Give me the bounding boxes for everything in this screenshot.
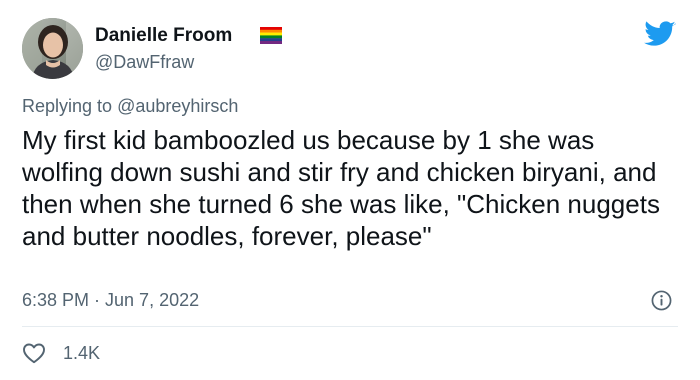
tweet-text: My first kid bamboozled us because by 1 … — [22, 125, 660, 251]
heart-icon[interactable] — [22, 342, 46, 364]
author-name[interactable]: Danielle Froom — [95, 24, 232, 48]
profile-photo — [22, 18, 83, 79]
author-handle[interactable]: @DawFfraw — [95, 51, 194, 73]
reply-prefix: Replying to — [22, 96, 113, 116]
reply-context: Replying to @aubreyhirsch — [22, 95, 238, 117]
like-count: 1.4K — [63, 343, 101, 363]
pride-flag-icon — [260, 27, 282, 44]
like-button[interactable]: 1.4K — [22, 341, 100, 365]
tweet-timestamp[interactable]: 6:38 PM · Jun 7, 2022 — [22, 289, 199, 311]
tweet-card: Danielle Froom @DawFfraw Replying to @au… — [0, 0, 700, 380]
info-icon[interactable] — [651, 290, 672, 311]
avatar[interactable] — [22, 18, 83, 79]
reply-handle-link[interactable]: @aubreyhirsch — [117, 96, 238, 116]
divider — [22, 326, 678, 327]
twitter-bird-icon[interactable] — [644, 21, 676, 48]
